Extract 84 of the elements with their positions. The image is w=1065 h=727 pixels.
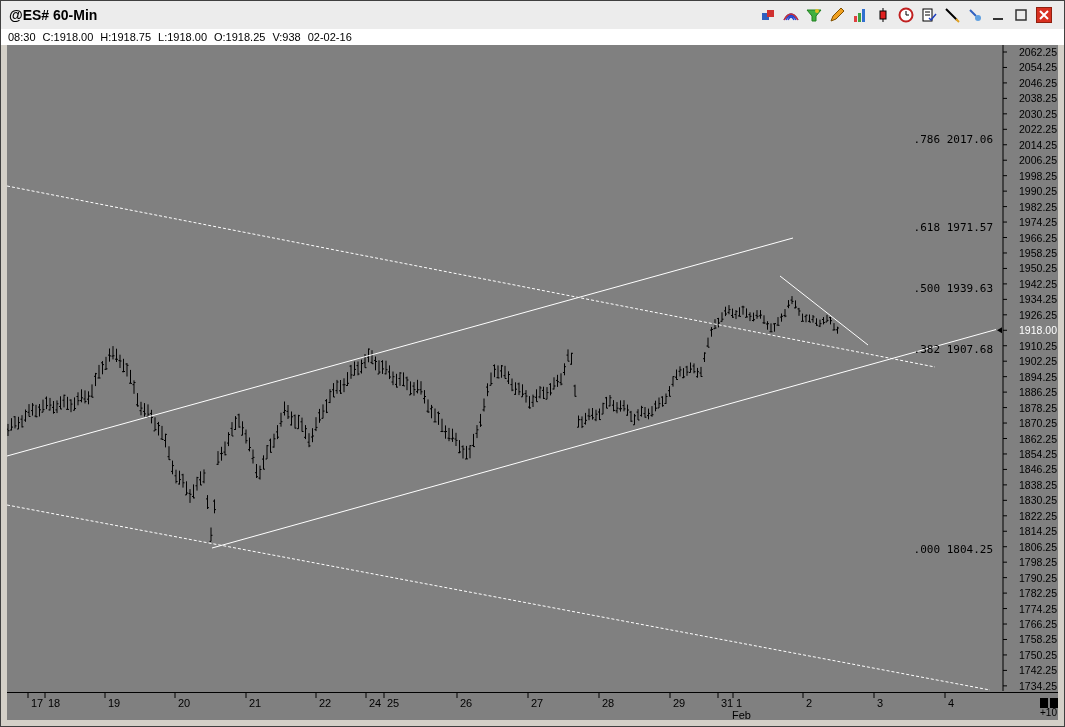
pen-icon[interactable] (944, 7, 960, 23)
price-label: 1742.25 (1019, 664, 1057, 677)
price-label: 1886.25 (1019, 386, 1057, 399)
date-label: 17 (31, 697, 44, 709)
clock-icon[interactable] (898, 7, 914, 23)
price-label: 1758.25 (1019, 633, 1057, 646)
price-label: 1990.25 (1019, 185, 1057, 198)
month-label: Feb (732, 709, 751, 721)
price-label: 1974.25 (1019, 216, 1057, 229)
price-label: 1830.25 (1019, 494, 1057, 507)
funnel-icon[interactable] (806, 7, 822, 23)
date-label: 29 (673, 697, 686, 709)
fib-level-label: .786 2017.06 (913, 133, 993, 146)
date-label: 25 (387, 697, 400, 709)
quote-value: O:1918.25 (214, 31, 266, 43)
date-label: 26 (460, 697, 473, 709)
quote-value: 02-02-16 (307, 31, 352, 43)
price-label: 1838.25 (1019, 478, 1057, 491)
price-label: 1822.25 (1019, 509, 1057, 522)
price-label: 2054.25 (1019, 61, 1057, 74)
date-label: 1 (736, 697, 743, 709)
price-label: 1926.25 (1019, 308, 1057, 321)
price-label: 1902.25 (1019, 355, 1057, 368)
price-label: 2006.25 (1019, 154, 1057, 167)
date-label: 19 (108, 697, 121, 709)
price-label: 1862.25 (1019, 432, 1057, 445)
pin-icon[interactable] (967, 7, 983, 23)
date-label: 21 (249, 697, 262, 709)
date-label: 27 (531, 697, 544, 709)
quote-value: 08:30 (8, 31, 36, 43)
price-label: 2038.25 (1019, 92, 1057, 105)
checklist-icon[interactable] (921, 7, 937, 23)
bar-offset-label: +10 (1040, 707, 1057, 718)
window-title: @ES# 60-Min (9, 5, 98, 25)
last-price-label: 1918.00 (1019, 324, 1057, 337)
price-label: 1998.25 (1019, 169, 1057, 182)
price-label: 1774.25 (1019, 602, 1057, 615)
fib-level-label: .000 1804.25 (913, 543, 993, 556)
date-label: 3 (877, 697, 884, 709)
quote-value: H:1918.75 (100, 31, 152, 43)
price-label: 1894.25 (1019, 370, 1057, 383)
price-label: 1766.25 (1019, 618, 1057, 630)
price-label: 2062.25 (1019, 46, 1057, 58)
quote-value: C:1918.00 (42, 31, 94, 43)
date-label: 2 (806, 697, 813, 709)
date-label: 4 (948, 697, 955, 709)
price-label: 1934.25 (1019, 293, 1057, 306)
fib-level-label: .500 1939.63 (913, 282, 993, 295)
maximize-icon[interactable] (1013, 7, 1029, 23)
price-label: 1782.25 (1019, 587, 1057, 600)
price-label: 1814.25 (1019, 525, 1057, 538)
price-label: 1734.25 (1019, 679, 1057, 691)
date-label: 24 (369, 697, 382, 709)
date-label: 22 (319, 697, 332, 709)
square-icon (1040, 698, 1048, 708)
pencil-icon[interactable] (829, 7, 845, 23)
fib-level-label: .618 1971.57 (913, 221, 993, 234)
date-label: 28 (602, 697, 615, 709)
date-label: 31 (721, 697, 734, 709)
price-label: 1910.25 (1019, 339, 1057, 352)
price-label: 2022.25 (1019, 123, 1057, 136)
price-label: 2030.25 (1019, 107, 1057, 120)
price-label: 1806.25 (1019, 540, 1057, 553)
price-label: 1750.25 (1019, 648, 1057, 661)
price-label: 1942.25 (1019, 277, 1057, 290)
price-label: 1790.25 (1019, 571, 1057, 584)
price-label: 1854.25 (1019, 447, 1057, 460)
price-label: 1878.25 (1019, 401, 1057, 414)
quote-value: L:1918.00 (158, 31, 207, 43)
close-icon[interactable] (1036, 7, 1052, 23)
cubes-icon[interactable] (760, 7, 776, 23)
price-label: 1846.25 (1019, 463, 1057, 476)
price-label: 1798.25 (1019, 556, 1057, 569)
price-label: 2014.25 (1019, 138, 1057, 151)
price-label: 1870.25 (1019, 417, 1057, 430)
price-label: 1966.25 (1019, 231, 1057, 244)
date-label: 20 (178, 697, 191, 709)
quote-value: V:938 (272, 31, 301, 43)
bar-chart-icon[interactable] (852, 7, 868, 23)
price-label: 1950.25 (1019, 262, 1057, 275)
price-label: 1982.25 (1019, 200, 1057, 213)
date-label: 18 (48, 697, 61, 709)
price-label: 2046.25 (1019, 76, 1057, 89)
price-label: 1958.25 (1019, 247, 1057, 259)
